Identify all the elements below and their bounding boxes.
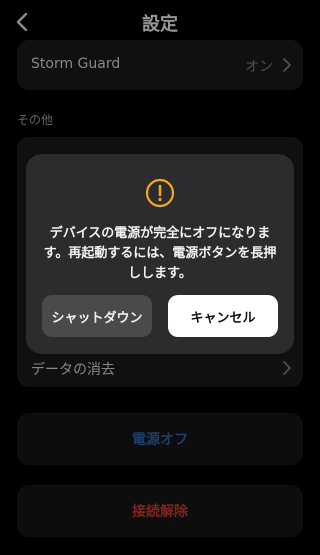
shutdown-button[interactable]: シャットダウン (42, 295, 152, 337)
dialog-message: デバイスの電源が完全にオフになります。再起動するには、電源ボタンを長押しします。 (43, 226, 277, 281)
cancel-button[interactable]: キャンセル (168, 295, 278, 337)
warning-icon (145, 178, 175, 208)
shutdown-dialog: デバイスの電源が完全にオフになります。再起動するには、電源ボタンを長押しします。… (26, 154, 294, 354)
